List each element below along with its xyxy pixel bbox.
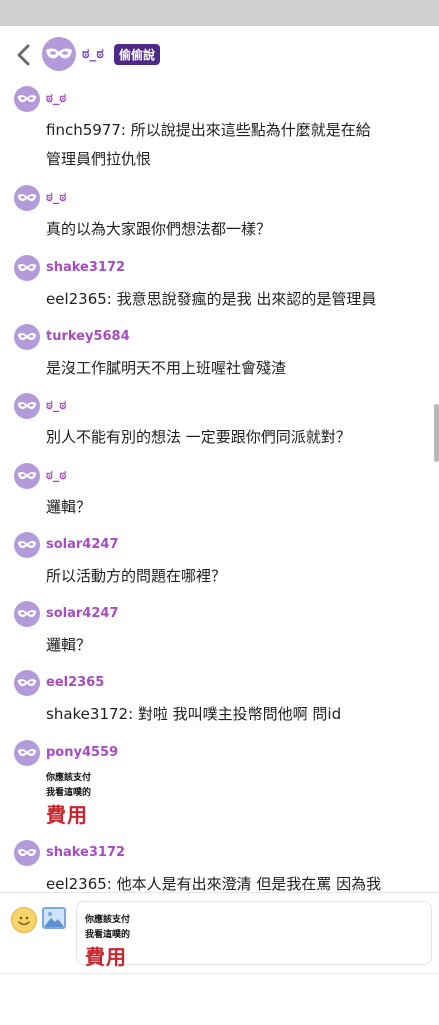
preview-sticker: 你應該支付 我看這噗的 費用 (85, 912, 130, 970)
anonymous-badge: 偷偷說 (114, 44, 161, 65)
message-item: ಠ_ಠ finch5977: 所以說提出來這些點為什麼就是在給 管理員們拉仇恨 (14, 86, 424, 178)
back-button[interactable] (12, 42, 34, 68)
mask-icon (17, 849, 37, 857)
message-item: eel2365 shake3172: 對啦 我叫噗主投幣問他啊 問id (14, 670, 424, 733)
message-line: 管理員們拉仇恨 (46, 150, 152, 168)
message-sticker[interactable]: 你應該支付我看這噗的費用 (46, 770, 120, 828)
message-username[interactable]: ಠ_ಠ (46, 190, 66, 205)
message-avatar[interactable] (14, 463, 40, 489)
message-avatar[interactable] (14, 740, 40, 766)
preview-line-3: 費用 (85, 945, 127, 969)
message-text: 是沒工作膩明天不用上班喔社會殘渣 (46, 354, 426, 383)
message-username[interactable]: ಠ_ಠ (46, 398, 66, 413)
message-item: solar4247 所以活動方的問題在哪裡？ (14, 532, 424, 595)
mask-icon (17, 610, 37, 618)
composer: 你應該支付 我看這噗的 費用 (0, 892, 439, 1025)
sticker-preview[interactable]: 你應該支付 我看這噗的 費用 (76, 901, 432, 969)
mask-icon (17, 333, 37, 341)
message-text: eel2365: 他本人是有出來澄清 但是我在罵 因為我 (46, 870, 426, 892)
message-line: 真的以為大家跟你們想法都一樣？ (46, 220, 272, 238)
message-line: 所以活動方的問題在哪裡？ (46, 567, 227, 585)
message-text: 邏輯？ (46, 631, 426, 660)
message-item: pony4559 你應該支付我看這噗的費用 (14, 740, 424, 832)
smiley-icon (18, 916, 30, 926)
message-avatar[interactable] (14, 840, 40, 866)
message-line: eel2365: 他本人是有出來澄清 但是我在罵 因為我 (46, 875, 382, 892)
image-icon (44, 912, 64, 927)
message-line: 別人不能有別的想法 一定要跟你們同派就對？ (46, 428, 351, 446)
message-avatar[interactable] (14, 670, 40, 696)
image-button[interactable] (42, 907, 66, 929)
chevron-left-icon (17, 44, 30, 66)
message-text: 邏輯？ (46, 493, 426, 522)
message-item: ಠ_ಠ 真的以為大家跟你們想法都一樣？ (14, 185, 424, 248)
message-username[interactable]: ಠ_ಠ (46, 91, 66, 106)
message-username[interactable]: shake3172 (46, 260, 125, 275)
message-line: 是沒工作膩明天不用上班喔社會殘渣 (46, 359, 287, 377)
message-avatar[interactable] (14, 393, 40, 419)
message-avatar[interactable] (14, 86, 40, 112)
composer-divider (0, 973, 439, 974)
mask-icon (17, 541, 37, 549)
mask-icon (46, 48, 72, 59)
message-line: 邏輯？ (46, 498, 92, 516)
status-bar (0, 0, 439, 26)
message-username[interactable]: turkey5684 (46, 329, 130, 344)
message-text: 別人不能有別的想法 一定要跟你們同派就對？ (46, 423, 426, 452)
mask-icon (17, 194, 37, 202)
message-item: solar4247 邏輯？ (14, 601, 424, 664)
preview-line-2: 我看這噗的 (85, 930, 131, 940)
scrollbar[interactable] (434, 404, 439, 462)
sticker-line2: 我看這噗的 (46, 788, 92, 798)
message-line: eel2365: 我意思說發瘋的是我 出來認的是管理員 (46, 290, 377, 308)
message-avatar[interactable] (14, 255, 40, 281)
message-avatar[interactable] (14, 324, 40, 350)
message-avatar[interactable] (14, 601, 40, 627)
message-text: shake3172: 對啦 我叫噗主投幣問他啊 問id (46, 700, 426, 729)
mask-icon (17, 679, 37, 687)
message-line: shake3172: 對啦 我叫噗主投幣問他啊 問id (46, 705, 342, 723)
mask-icon (17, 472, 37, 480)
sticker-line3: 費用 (46, 803, 88, 827)
message-item: shake3172 eel2365: 我意思說發瘋的是我 出來認的是管理員 (14, 255, 424, 318)
mask-icon (17, 264, 37, 272)
message-text: finch5977: 所以說提出來這些點為什麼就是在給 管理員們拉仇恨 (46, 116, 426, 174)
message-username[interactable]: pony4559 (46, 745, 118, 760)
message-text: 真的以為大家跟你們想法都一樣？ (46, 215, 426, 244)
header-username: ಠ_ಠ (82, 46, 104, 62)
preview-line-1: 你應該支付 (85, 915, 131, 925)
message-username[interactable]: solar4247 (46, 606, 119, 621)
chat-header: ಠ_ಠ 偷偷說 (0, 26, 439, 84)
mask-icon (17, 402, 37, 410)
emoji-button[interactable] (11, 907, 37, 933)
header-avatar[interactable] (42, 37, 76, 71)
message-item: shake3172 eel2365: 他本人是有出來澄清 但是我在罵 因為我 (14, 840, 424, 892)
message-line: 邏輯？ (46, 636, 92, 654)
mask-icon (17, 749, 37, 757)
message-username[interactable]: shake3172 (46, 845, 125, 860)
message-text: eel2365: 我意思說發瘋的是我 出來認的是管理員 (46, 285, 426, 314)
message-username[interactable]: solar4247 (46, 537, 119, 552)
message-username[interactable]: ಠ_ಠ (46, 468, 66, 483)
message-avatar[interactable] (14, 185, 40, 211)
sticker-line1: 你應該支付 (46, 773, 92, 783)
mask-icon (17, 95, 37, 103)
message-item: ಠ_ಠ 別人不能有別的想法 一定要跟你們同派就對？ (14, 393, 424, 456)
message-username[interactable]: eel2365 (46, 675, 104, 690)
message-item: ಠ_ಠ 邏輯？ (14, 463, 424, 526)
message-text: 所以活動方的問題在哪裡？ (46, 562, 426, 591)
message-list[interactable]: ಠ_ಠ finch5977: 所以說提出來這些點為什麼就是在給 管理員們拉仇恨 ಠ_ಠ… (0, 86, 439, 892)
message-avatar[interactable] (14, 532, 40, 558)
message-item: turkey5684 是沒工作膩明天不用上班喔社會殘渣 (14, 324, 424, 387)
message-line: finch5977: 所以說提出來這些點為什麼就是在給 (46, 121, 371, 139)
